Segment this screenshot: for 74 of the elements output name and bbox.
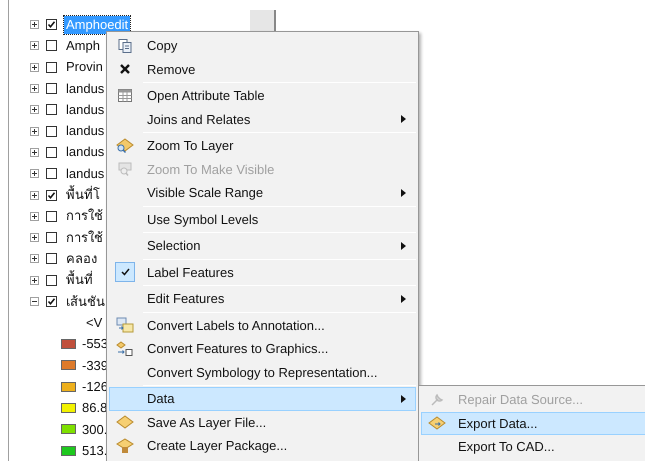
diamond-icon xyxy=(116,415,134,430)
checkbox[interactable] xyxy=(46,40,57,52)
layer-name[interactable]: Amph xyxy=(64,36,102,55)
class-label: 513. xyxy=(82,442,108,460)
wrench-icon xyxy=(429,392,445,408)
expand-icon[interactable] xyxy=(30,41,39,50)
menu-item[interactable]: Remove xyxy=(109,58,416,81)
menu-item[interactable]: Zoom To Layer xyxy=(109,134,416,158)
menu-item[interactable]: Export To CAD... xyxy=(421,435,645,458)
checkbox[interactable] xyxy=(46,210,57,222)
layer-name[interactable]: landus xyxy=(64,80,106,98)
checkbox[interactable] xyxy=(46,146,57,158)
expand-icon[interactable] xyxy=(30,62,39,72)
checkbox[interactable] xyxy=(46,126,57,137)
collapse-icon[interactable] xyxy=(30,297,39,306)
menu-item[interactable]: Copy xyxy=(109,34,416,58)
layer-name[interactable]: Provin xyxy=(64,58,105,76)
copy-icon xyxy=(117,38,133,54)
checkbox[interactable] xyxy=(46,104,57,116)
package-icon xyxy=(116,438,134,454)
menu-item[interactable]: Convert Features to Graphics... xyxy=(109,337,416,360)
menu-item[interactable]: Label Features xyxy=(109,260,416,284)
expand-icon[interactable] xyxy=(30,20,39,30)
field-label: <V xyxy=(86,314,102,332)
menu-item[interactable]: Open Attribute Table xyxy=(109,84,416,108)
layer-name[interactable]: landus xyxy=(64,100,106,119)
layer-name[interactable]: landus xyxy=(64,143,106,162)
close-icon xyxy=(119,63,131,76)
menu-item[interactable]: Save As Layer File... xyxy=(109,410,416,434)
table-icon xyxy=(117,88,133,104)
export-diamond-icon xyxy=(428,416,446,430)
menu-item[interactable]: Use Symbol Levels xyxy=(109,208,416,231)
layer-name[interactable]: เส้นชัน xyxy=(64,292,107,310)
magnifier-diamond-icon xyxy=(116,138,134,154)
menu-item[interactable]: Selection xyxy=(109,234,416,258)
expand-icon[interactable] xyxy=(30,276,39,285)
expand-icon[interactable] xyxy=(30,233,39,242)
convert-labels-icon xyxy=(116,317,134,334)
layer-name[interactable]: การใช้ xyxy=(64,228,105,247)
expand-icon[interactable] xyxy=(30,212,39,221)
expand-icon[interactable] xyxy=(30,148,39,157)
checkbox[interactable] xyxy=(46,253,57,264)
expand-icon[interactable] xyxy=(30,190,39,200)
checkbox[interactable] xyxy=(46,83,57,94)
expand-icon[interactable] xyxy=(30,84,39,94)
layer-name[interactable]: landus xyxy=(64,122,106,140)
menu-item[interactable]: Data xyxy=(109,387,416,410)
checkbox[interactable] xyxy=(46,274,57,286)
checkbox[interactable] xyxy=(46,232,57,244)
menu-item[interactable]: Convert Symbology to Representation... xyxy=(109,360,416,384)
expand-icon[interactable] xyxy=(30,254,39,264)
menu-item[interactable]: Joins and Relates xyxy=(109,108,416,131)
menu-item[interactable]: Visible Scale Range xyxy=(109,181,416,204)
convert-features-icon xyxy=(116,340,134,357)
checkbox[interactable] xyxy=(46,168,57,180)
layer-name[interactable]: พื้นที่ xyxy=(64,271,95,290)
checkbox[interactable] xyxy=(46,62,57,73)
menu-item[interactable]: Export Data... xyxy=(421,412,645,435)
menu-item[interactable]: Create Layer Package... xyxy=(109,434,416,458)
layer-name[interactable]: landus xyxy=(64,164,106,183)
expand-icon[interactable] xyxy=(30,169,39,178)
checkbox[interactable] xyxy=(46,19,57,30)
menu-item[interactable]: Edit Features xyxy=(109,287,416,310)
class-label: 300. xyxy=(82,420,108,439)
checkbox[interactable] xyxy=(46,296,57,307)
zoom-visible-icon xyxy=(117,161,133,178)
expand-icon[interactable] xyxy=(30,126,39,136)
layer-name[interactable]: พื้นที่โ xyxy=(64,186,102,204)
menu-item[interactable]: Convert Labels to Annotation... xyxy=(109,314,416,337)
expand-icon[interactable] xyxy=(30,105,39,114)
layer-name[interactable]: คลอง xyxy=(64,250,99,268)
class-label: 86.8 xyxy=(82,399,108,418)
layer-name[interactable]: การใช้ xyxy=(64,207,105,226)
checkbox[interactable] xyxy=(46,190,57,201)
